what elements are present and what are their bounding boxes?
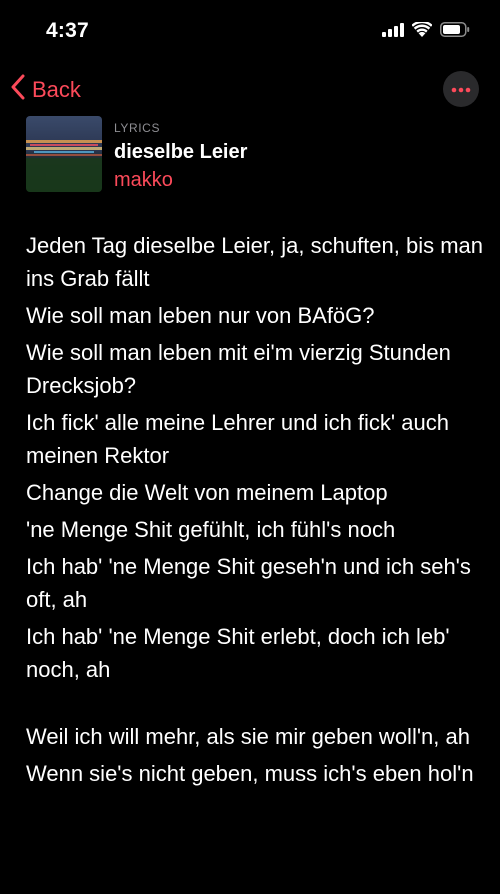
lyric-line: Ich hab' 'ne Menge Shit erlebt, doch ich…: [26, 624, 450, 682]
battery-icon: [440, 22, 470, 37]
stanza-break: [26, 690, 486, 720]
lyric-line: Wenn sie's nicht geben, muss ich's eben …: [26, 761, 474, 786]
lyric-line: Wie soll man leben nur von BAföG?: [26, 303, 375, 328]
lyric-line: Jeden Tag dieselbe Leier, ja, schuften, …: [26, 233, 484, 291]
lyrics-label: LYRICS: [114, 121, 161, 135]
song-title: dieselbe Leier: [114, 141, 248, 163]
lyric-line: Ich hab' 'ne Menge Shit geseh'n und ich …: [26, 554, 471, 612]
back-label: Back: [32, 77, 81, 102]
status-time: 4:37: [46, 19, 89, 42]
header-text: LYRICS dieselbe Leier makko: [114, 121, 247, 192]
song-header: LYRICS dieselbe Leier makko: [26, 116, 247, 192]
ellipsis-icon: [451, 80, 471, 98]
wifi-icon: [412, 22, 432, 37]
cellular-signal-icon: [382, 22, 404, 37]
chevron-left-icon: [10, 74, 32, 106]
back-button[interactable]: Back: [10, 74, 81, 106]
lyric-line: Wie soll man leben mit ei'm vierzig Stun…: [26, 340, 451, 398]
lyric-line: Weil ich will mehr, als sie mir geben wo…: [26, 724, 470, 749]
album-artwork[interactable]: [26, 116, 102, 192]
status-bar: 4:37: [0, 0, 500, 62]
lyric-line: Ich fick' alle meine Lehrer und ich fick…: [26, 410, 449, 468]
status-icons: [382, 22, 470, 37]
artist-name[interactable]: makko: [114, 169, 247, 192]
more-options-button[interactable]: [443, 71, 479, 107]
lyric-line: 'ne Menge Shit gefühlt, ich fühl's noch: [26, 517, 396, 542]
lyric-line: Change die Welt von meinem Laptop: [26, 480, 388, 505]
lyrics-body: Jeden Tag dieselbe Leier, ja, schuften, …: [26, 229, 486, 794]
